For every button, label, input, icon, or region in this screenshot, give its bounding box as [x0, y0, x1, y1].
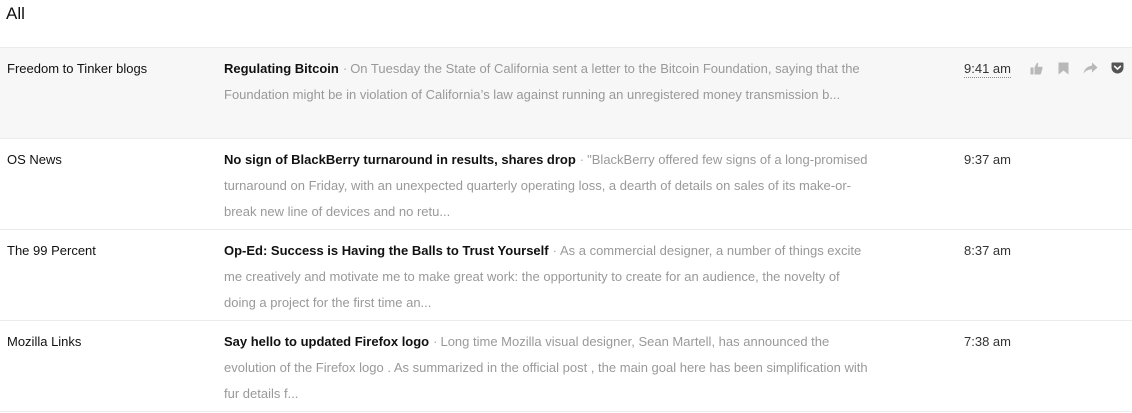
entry-separator: · — [579, 152, 585, 167]
entry-content[interactable]: Op-Ed: Success is Having the Balls to Tr… — [224, 238, 874, 316]
entry-title[interactable]: Regulating Bitcoin — [224, 61, 339, 76]
entry-row[interactable]: Mozilla Links Say hello to updated Firef… — [0, 321, 1132, 412]
entry-source[interactable]: OS News — [7, 152, 62, 168]
entry-time: 7:38 am — [964, 334, 1011, 349]
entry-row[interactable]: Freedom to Tinker blogs Regulating Bitco… — [0, 48, 1132, 139]
entry-source[interactable]: Mozilla Links — [7, 334, 81, 350]
entry-title[interactable]: No sign of BlackBerry turnaround in resu… — [224, 152, 576, 167]
feed-page: All Freedom to Tinker blogs Regulating B… — [0, 0, 1132, 413]
entry-row[interactable]: The 99 Percent Op-Ed: Success is Having … — [0, 230, 1132, 321]
entry-title[interactable]: Say hello to updated Firefox logo — [224, 334, 429, 349]
entry-source[interactable]: The 99 Percent — [7, 243, 96, 259]
entry-content[interactable]: Regulating Bitcoin · On Tuesday the State … — [224, 56, 874, 108]
entry-title[interactable]: Op-Ed: Success is Having the Balls to Tr… — [224, 243, 549, 258]
bookmark-icon[interactable] — [1053, 60, 1073, 76]
entry-time: 9:37 am — [964, 152, 1011, 167]
entry-time: 9:41 am — [964, 61, 1011, 78]
entry-separator: · — [552, 243, 557, 258]
entry-actions — [1026, 60, 1132, 76]
entry-content[interactable]: Say hello to updated Firefox logo · Long t… — [224, 329, 874, 407]
entry-separator: · — [433, 334, 438, 349]
entry-content[interactable]: No sign of BlackBerry turnaround in resu… — [224, 147, 874, 225]
entry-time: 8:37 am — [964, 243, 1011, 258]
entry-separator: · — [342, 61, 348, 76]
page-title: All — [6, 4, 25, 23]
share-arrow-icon[interactable] — [1080, 60, 1100, 76]
thumbs-up-icon[interactable] — [1026, 60, 1046, 76]
pocket-icon[interactable] — [1107, 60, 1127, 76]
entry-source[interactable]: Freedom to Tinker blogs — [7, 61, 147, 77]
entry-row[interactable]: OS News No sign of BlackBerry turnaround… — [0, 139, 1132, 230]
entry-list: Freedom to Tinker blogs Regulating Bitco… — [0, 47, 1132, 412]
